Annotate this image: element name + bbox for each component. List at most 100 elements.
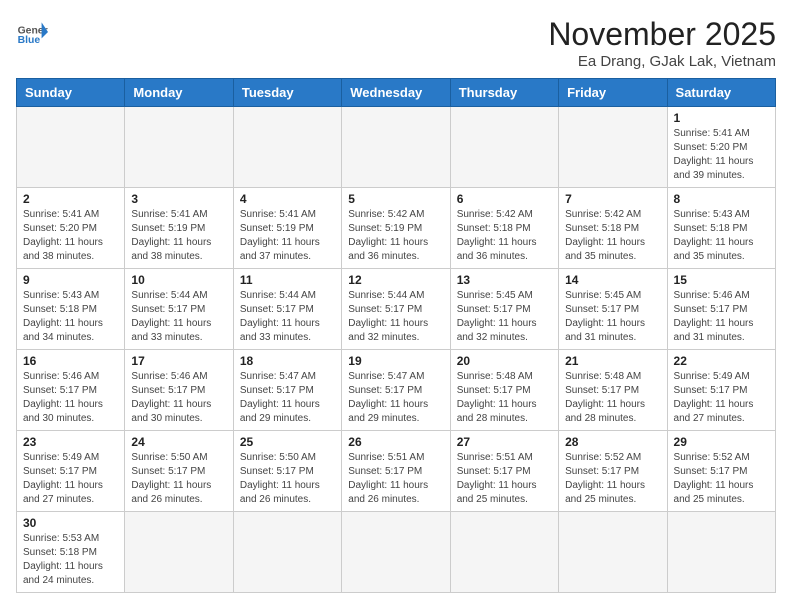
calendar-cell: 26 Sunrise: 5:51 AM Sunset: 5:17 PM Dayli… — [342, 431, 450, 512]
day-number: 25 — [240, 435, 335, 449]
day-info: Sunrise: 5:52 AM Sunset: 5:17 PM Dayligh… — [674, 451, 769, 507]
day-info: Sunrise: 5:43 AM Sunset: 5:18 PM Dayligh… — [674, 208, 769, 264]
day-number: 11 — [240, 273, 335, 287]
day-number: 26 — [348, 435, 443, 449]
calendar-cell: 17 Sunrise: 5:46 AM Sunset: 5:17 PM Dayli… — [125, 350, 233, 431]
calendar-cell: 6 Sunrise: 5:42 AM Sunset: 5:18 PM Daylig… — [450, 188, 558, 269]
calendar-cell: 27 Sunrise: 5:51 AM Sunset: 5:17 PM Dayli… — [450, 431, 558, 512]
calendar-cell: 24 Sunrise: 5:50 AM Sunset: 5:17 PM Dayli… — [125, 431, 233, 512]
day-number: 13 — [457, 273, 552, 287]
page-header: General Blue November 2025 Ea Drang, GJa… — [16, 16, 776, 70]
weekday-header-tuesday: Tuesday — [233, 79, 341, 107]
day-info: Sunrise: 5:42 AM Sunset: 5:18 PM Dayligh… — [457, 208, 552, 264]
day-number: 12 — [348, 273, 443, 287]
day-number: 27 — [457, 435, 552, 449]
calendar-cell: 11 Sunrise: 5:44 AM Sunset: 5:17 PM Dayli… — [233, 269, 341, 350]
calendar-cell — [17, 107, 125, 188]
day-info: Sunrise: 5:52 AM Sunset: 5:17 PM Dayligh… — [565, 451, 660, 507]
calendar-cell: 3 Sunrise: 5:41 AM Sunset: 5:19 PM Daylig… — [125, 188, 233, 269]
day-info: Sunrise: 5:42 AM Sunset: 5:19 PM Dayligh… — [348, 208, 443, 264]
day-number: 29 — [674, 435, 769, 449]
weekday-header-wednesday: Wednesday — [342, 79, 450, 107]
day-info: Sunrise: 5:46 AM Sunset: 5:17 PM Dayligh… — [131, 370, 226, 426]
calendar-cell: 13 Sunrise: 5:45 AM Sunset: 5:17 PM Dayli… — [450, 269, 558, 350]
day-number: 7 — [565, 192, 660, 206]
calendar-cell — [342, 107, 450, 188]
calendar-cell: 9Sunrise: 5:43 AM Sunset: 5:18 PM Daylig… — [17, 269, 125, 350]
month-title: November 2025 — [548, 16, 776, 53]
day-info: Sunrise: 5:45 AM Sunset: 5:17 PM Dayligh… — [565, 289, 660, 345]
day-number: 4 — [240, 192, 335, 206]
day-info: Sunrise: 5:51 AM Sunset: 5:17 PM Dayligh… — [457, 451, 552, 507]
calendar-cell: 8 Sunrise: 5:43 AM Sunset: 5:18 PM Daylig… — [667, 188, 775, 269]
calendar-cell: 18Sunrise: 5:47 AM Sunset: 5:17 PM Dayli… — [233, 350, 341, 431]
day-info: Sunrise: 5:48 AM Sunset: 5:17 PM Dayligh… — [457, 370, 552, 426]
calendar-week-0: 1 Sunrise: 5:41 AM Sunset: 5:20 PM Daylig… — [17, 107, 776, 188]
calendar-week-2: 9Sunrise: 5:43 AM Sunset: 5:18 PM Daylig… — [17, 269, 776, 350]
calendar-cell: 28 Sunrise: 5:52 AM Sunset: 5:17 PM Dayli… — [559, 431, 667, 512]
calendar-cell — [667, 512, 775, 593]
weekday-header-thursday: Thursday — [450, 79, 558, 107]
day-info: Sunrise: 5:46 AM Sunset: 5:17 PM Dayligh… — [674, 289, 769, 345]
day-number: 30 — [23, 516, 118, 530]
calendar-cell: 23Sunrise: 5:49 AM Sunset: 5:17 PM Dayli… — [17, 431, 125, 512]
day-number: 2 — [23, 192, 118, 206]
day-number: 6 — [457, 192, 552, 206]
calendar-week-3: 16 Sunrise: 5:46 AM Sunset: 5:17 PM Dayli… — [17, 350, 776, 431]
day-info: Sunrise: 5:41 AM Sunset: 5:20 PM Dayligh… — [674, 127, 769, 183]
day-info: Sunrise: 5:47 AM Sunset: 5:17 PM Dayligh… — [240, 370, 335, 426]
calendar-week-1: 2 Sunrise: 5:41 AM Sunset: 5:20 PM Daylig… — [17, 188, 776, 269]
calendar-cell: 22 Sunrise: 5:49 AM Sunset: 5:17 PM Dayli… — [667, 350, 775, 431]
day-number: 16 — [23, 354, 118, 368]
calendar-cell: 30 Sunrise: 5:53 AM Sunset: 5:18 PM Dayli… — [17, 512, 125, 593]
day-number: 22 — [674, 354, 769, 368]
day-info: Sunrise: 5:45 AM Sunset: 5:17 PM Dayligh… — [457, 289, 552, 345]
day-number: 5 — [348, 192, 443, 206]
weekday-header-saturday: Saturday — [667, 79, 775, 107]
day-number: 21 — [565, 354, 660, 368]
calendar-cell: 2 Sunrise: 5:41 AM Sunset: 5:20 PM Daylig… — [17, 188, 125, 269]
day-number: 8 — [674, 192, 769, 206]
logo-icon: General Blue — [16, 16, 48, 48]
day-info: Sunrise: 5:49 AM Sunset: 5:17 PM Dayligh… — [674, 370, 769, 426]
day-number: 1 — [674, 111, 769, 125]
logo: General Blue — [16, 16, 48, 48]
day-info: Sunrise: 5:48 AM Sunset: 5:17 PM Dayligh… — [565, 370, 660, 426]
title-section: November 2025 Ea Drang, GJak Lak, Vietna… — [548, 16, 776, 70]
day-info: Sunrise: 5:46 AM Sunset: 5:17 PM Dayligh… — [23, 370, 118, 426]
day-info: Sunrise: 5:53 AM Sunset: 5:18 PM Dayligh… — [23, 532, 118, 588]
day-info: Sunrise: 5:50 AM Sunset: 5:17 PM Dayligh… — [131, 451, 226, 507]
calendar-cell: 29 Sunrise: 5:52 AM Sunset: 5:17 PM Dayli… — [667, 431, 775, 512]
day-number: 9 — [23, 273, 118, 287]
day-info: Sunrise: 5:42 AM Sunset: 5:18 PM Dayligh… — [565, 208, 660, 264]
calendar-cell: 25 Sunrise: 5:50 AM Sunset: 5:17 PM Dayli… — [233, 431, 341, 512]
day-info: Sunrise: 5:51 AM Sunset: 5:17 PM Dayligh… — [348, 451, 443, 507]
calendar-cell — [559, 512, 667, 593]
day-info: Sunrise: 5:50 AM Sunset: 5:17 PM Dayligh… — [240, 451, 335, 507]
day-number: 3 — [131, 192, 226, 206]
calendar-cell: 7 Sunrise: 5:42 AM Sunset: 5:18 PM Daylig… — [559, 188, 667, 269]
calendar-cell: 14Sunrise: 5:45 AM Sunset: 5:17 PM Dayli… — [559, 269, 667, 350]
calendar-cell: 21 Sunrise: 5:48 AM Sunset: 5:17 PM Dayli… — [559, 350, 667, 431]
location-subtitle: Ea Drang, GJak Lak, Vietnam — [548, 53, 776, 70]
calendar-week-5: 30 Sunrise: 5:53 AM Sunset: 5:18 PM Dayli… — [17, 512, 776, 593]
calendar-cell: 4Sunrise: 5:41 AM Sunset: 5:19 PM Daylig… — [233, 188, 341, 269]
calendar-cell — [125, 512, 233, 593]
day-number: 28 — [565, 435, 660, 449]
day-number: 19 — [348, 354, 443, 368]
day-number: 20 — [457, 354, 552, 368]
calendar-cell: 16 Sunrise: 5:46 AM Sunset: 5:17 PM Dayli… — [17, 350, 125, 431]
day-number: 17 — [131, 354, 226, 368]
day-info: Sunrise: 5:44 AM Sunset: 5:17 PM Dayligh… — [240, 289, 335, 345]
calendar-cell: 10Sunrise: 5:44 AM Sunset: 5:17 PM Dayli… — [125, 269, 233, 350]
calendar-cell — [233, 107, 341, 188]
svg-text:Blue: Blue — [18, 35, 41, 46]
day-info: Sunrise: 5:44 AM Sunset: 5:17 PM Dayligh… — [348, 289, 443, 345]
calendar-cell: 15Sunrise: 5:46 AM Sunset: 5:17 PM Dayli… — [667, 269, 775, 350]
day-info: Sunrise: 5:41 AM Sunset: 5:19 PM Dayligh… — [131, 208, 226, 264]
day-number: 24 — [131, 435, 226, 449]
calendar-table: SundayMondayTuesdayWednesdayThursdayFrid… — [16, 78, 776, 593]
calendar-cell — [559, 107, 667, 188]
day-info: Sunrise: 5:41 AM Sunset: 5:20 PM Dayligh… — [23, 208, 118, 264]
calendar-cell — [125, 107, 233, 188]
